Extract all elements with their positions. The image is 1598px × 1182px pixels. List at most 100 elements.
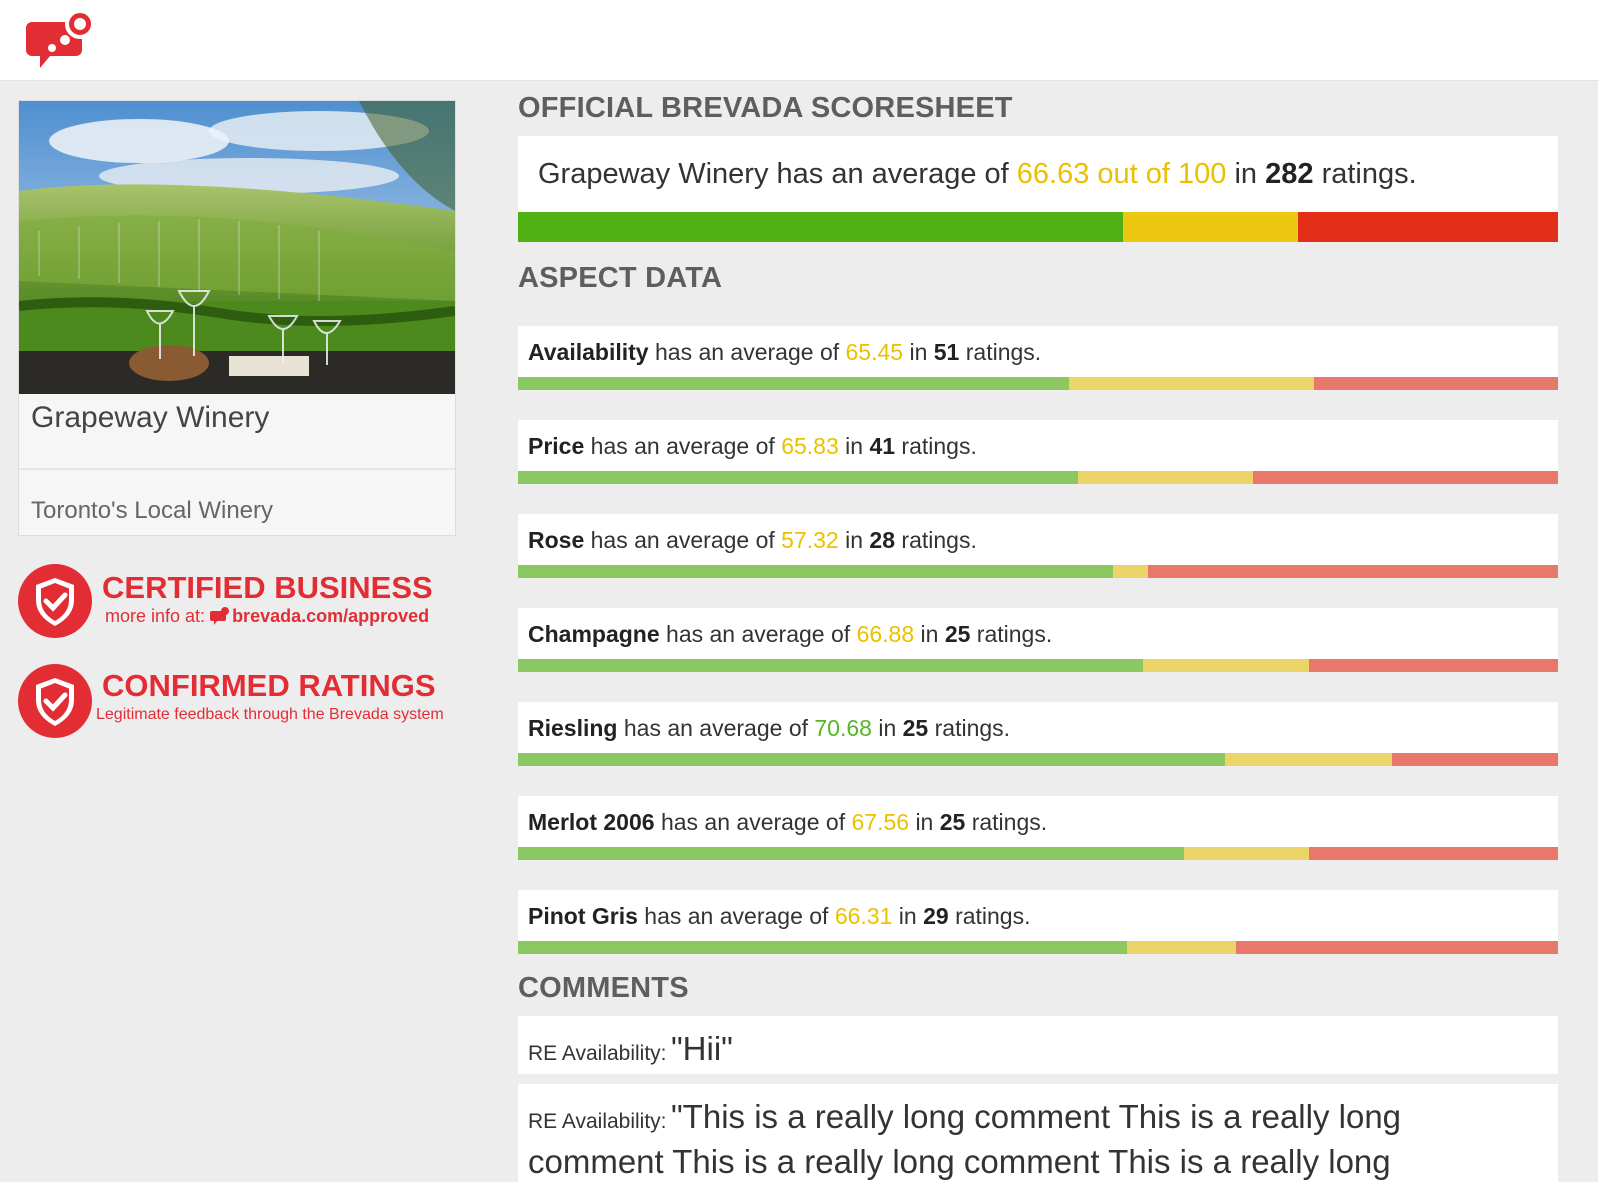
aspect-name: Champagne: [528, 621, 660, 647]
aspect-bar-yellow: [1225, 753, 1392, 766]
aspect-pre: has an average of: [660, 809, 846, 835]
aspect-pre: has an average of: [666, 621, 851, 647]
aspect-pre: has an average of: [590, 433, 775, 459]
aspect-post: ratings.: [901, 527, 977, 553]
aspect-bar-green: [518, 753, 1226, 766]
aspect-post: ratings.: [901, 433, 977, 459]
aspect-text: Price has an average of 65.83 in 41 rati…: [528, 433, 977, 460]
aspect-name: Rose: [528, 527, 585, 553]
overall-score-bar: [518, 212, 1558, 242]
aspect-bar: [518, 659, 1558, 672]
aspect-bar: [518, 847, 1558, 860]
aspect-count: 28: [869, 527, 896, 553]
aspect-pre: has an average of: [623, 715, 808, 741]
aspect-bar: [518, 471, 1558, 484]
scoresheet-heading: OFFICIAL BREVADA SCORESHEET: [518, 92, 1013, 124]
aspect-average: 57.32: [781, 527, 839, 553]
aspect-text: Rose has an average of 57.32 in 28 ratin…: [528, 527, 977, 554]
aspect-bar-yellow: [1112, 565, 1149, 578]
aspect-mid: in: [909, 339, 928, 365]
aspect-text: Pinot Gris has an average of 66.31 in 29…: [528, 903, 1031, 930]
overall-score-value: 66.63 out of 100: [1016, 158, 1227, 190]
aspect-bar: [518, 753, 1558, 766]
aspect-bar-green: [518, 941, 1128, 954]
aspect-bar-yellow: [1183, 847, 1310, 860]
aspect-average: 65.45: [845, 339, 904, 365]
business-name: Grapeway Winery: [31, 401, 270, 434]
aspect-count: 29: [923, 903, 949, 929]
aspect-bar-green: [518, 377, 1070, 390]
aspect-bar-red: [1148, 565, 1558, 578]
aspect-post: ratings.: [934, 715, 1011, 741]
aspect-text: Merlot 2006 has an average of 67.56 in 2…: [528, 809, 1047, 836]
overall-business-name: Grapeway Winery: [538, 158, 769, 190]
aspect-bar-yellow: [1069, 377, 1314, 390]
aspect-row: Availability has an average of 65.45 in …: [518, 326, 1558, 390]
card-divider: [19, 468, 455, 470]
aspect-name: Availability: [528, 339, 649, 365]
aspect-mid: in: [845, 527, 864, 553]
aspect-bar-red: [1313, 377, 1558, 390]
comment-re-label: RE Availability:: [528, 1042, 667, 1065]
business-card: Grapeway Winery Toronto's Local Winery: [18, 100, 456, 536]
aspect-bar-red: [1391, 753, 1558, 766]
aspect-row: Price has an average of 65.83 in 41 rati…: [518, 420, 1558, 484]
aspect-bar-green: [518, 847, 1184, 860]
aspect-name: Merlot 2006: [528, 809, 655, 835]
aspect-average: 66.88: [856, 621, 915, 647]
certified-info-link[interactable]: brevada.com/approved: [232, 606, 429, 626]
brevada-logo-icon[interactable]: [26, 8, 96, 70]
certified-info-prefix: more info at:: [105, 606, 206, 626]
aspect-bar-yellow: [1127, 941, 1236, 954]
overall-rating-count: 282: [1265, 158, 1314, 190]
comment-item: RE Availability: "Hii": [518, 1016, 1558, 1074]
overall-bar-yellow: [1123, 212, 1298, 242]
aspect-bar-red: [1235, 941, 1558, 954]
aspect-average: 70.68: [814, 715, 872, 741]
aspect-bar: [518, 377, 1558, 390]
aspect-bar-red: [1309, 847, 1558, 860]
overall-pre: has an average of: [776, 158, 1009, 190]
aspect-count: 25: [944, 621, 971, 647]
aspect-row: Riesling has an average of 70.68 in 25 r…: [518, 702, 1558, 766]
aspect-bar-green: [518, 659, 1144, 672]
aspect-mid: in: [878, 715, 897, 741]
confirmed-ratings-subtitle: Legitimate feedback through the Brevada …: [96, 706, 444, 723]
overall-score-text: Grapeway Winery has an average of 66.63 …: [538, 158, 1417, 191]
aspect-pre: has an average of: [590, 527, 775, 553]
overall-score-panel: Grapeway Winery has an average of 66.63 …: [518, 136, 1558, 242]
aspect-average: 67.56: [851, 809, 910, 835]
overall-bar-red: [1297, 212, 1558, 242]
comment-re-label: RE Availability:: [528, 1110, 667, 1133]
aspect-post: ratings.: [955, 903, 1031, 929]
brevada-mini-icon: [210, 607, 230, 625]
aspect-count: 51: [933, 339, 960, 365]
shield-check-icon: [18, 664, 92, 738]
aspect-bar: [518, 565, 1558, 578]
aspect-post: ratings.: [976, 621, 1053, 647]
aspect-count: 41: [869, 433, 896, 459]
certified-business-badge[interactable]: CERTIFIED BUSINESS more info at: brevada…: [18, 564, 468, 644]
aspect-average: 65.83: [781, 433, 839, 459]
aspect-text: Riesling has an average of 70.68 in 25 r…: [528, 715, 1010, 742]
aspect-row: Rose has an average of 57.32 in 28 ratin…: [518, 514, 1558, 578]
aspect-bar-yellow: [1077, 471, 1254, 484]
aspect-name: Price: [528, 433, 585, 459]
aspect-row: Pinot Gris has an average of 66.31 in 29…: [518, 890, 1558, 954]
aspect-post: ratings.: [965, 339, 1042, 365]
aspect-text: Champagne has an average of 66.88 in 25 …: [528, 621, 1052, 648]
aspect-mid: in: [920, 621, 939, 647]
aspect-bar-green: [518, 471, 1078, 484]
business-tagline: Toronto's Local Winery: [31, 497, 274, 524]
confirmed-ratings-title: CONFIRMED RATINGS: [102, 668, 436, 703]
aspect-bar-red: [1253, 471, 1558, 484]
overall-bar-green: [518, 212, 1124, 242]
comment-text: "Hii": [670, 1030, 733, 1067]
aspect-name: Pinot Gris: [528, 903, 638, 929]
aspect-bar: [518, 941, 1558, 954]
aspect-post: ratings.: [971, 809, 1048, 835]
aspect-mid: in: [915, 809, 934, 835]
comment-item: RE Availability: "This is a really long …: [518, 1084, 1558, 1182]
overall-mid: in: [1234, 158, 1258, 190]
aspect-name: Riesling: [528, 715, 618, 741]
